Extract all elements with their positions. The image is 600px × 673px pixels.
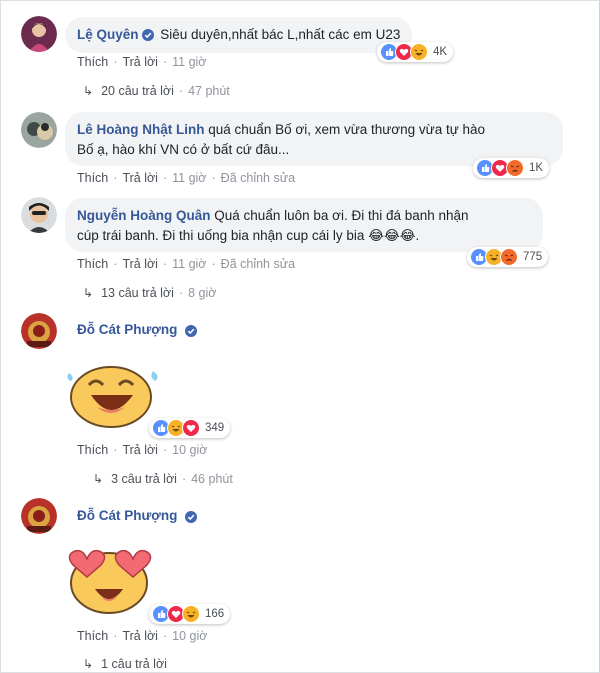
edited-label[interactable]: Đã chỉnh sửa <box>221 257 295 271</box>
view-replies-link[interactable]: ↳ 13 câu trả lời · 8 giờ <box>83 286 216 300</box>
reply-link[interactable]: Trả lời <box>122 629 158 643</box>
reply-link[interactable]: Trả lời <box>122 171 158 185</box>
comment-bubble: Lệ Quyên Siêu duyên,nhất bác L,nhất các … <box>65 17 413 53</box>
like-link[interactable]: Thích <box>77 443 108 457</box>
comment-actions: Thích · Trả lời · 10 giờ <box>77 443 208 457</box>
reply-arrow-icon: ↳ <box>83 286 94 300</box>
comment-text-line-1: quá chuẩn Bố ơi, xem vừa thương vừa tự h… <box>208 122 486 137</box>
reply-arrow-icon: ↳ <box>93 472 104 486</box>
comment-time[interactable]: 11 giờ <box>172 55 206 69</box>
avatar[interactable] <box>21 313 57 349</box>
comment-actions: Thích · Trả lời · 11 giờ · Đã chỉnh sửa <box>77 257 296 271</box>
comment-emoji: 😂😂😂 <box>368 228 416 244</box>
comment-time[interactable]: 10 giờ <box>172 443 207 457</box>
avatar[interactable] <box>21 498 57 534</box>
comment-text-end: . <box>415 228 420 243</box>
reaction-count: 166 <box>205 608 225 620</box>
replies-count[interactable]: 13 câu trả lời <box>101 286 174 300</box>
view-replies-link[interactable]: ↳ 3 câu trả lời · 46 phút <box>93 472 233 486</box>
edited-label[interactable]: Đã chỉnh sửa <box>221 171 295 185</box>
reaction-summary[interactable]: 166 <box>149 604 231 624</box>
comment-author[interactable]: Lệ Quyên <box>77 27 139 42</box>
comments-panel: Lệ Quyên Siêu duyên,nhất bác L,nhất các … <box>0 0 600 673</box>
comment-text: Siêu duyên,nhất bác L,nhất các em U23 <box>160 27 401 42</box>
reaction-count: 4K <box>433 46 448 58</box>
comment-time[interactable]: 10 giờ <box>172 629 207 643</box>
haha-icon <box>410 43 428 61</box>
avatar[interactable] <box>21 197 57 233</box>
haha-icon <box>182 605 200 623</box>
comment-time[interactable]: 11 giờ <box>172 171 206 185</box>
reply-arrow-icon: ↳ <box>83 657 94 671</box>
like-link[interactable]: Thích <box>77 171 108 185</box>
verified-badge-icon <box>185 511 197 523</box>
comment-text-line-2: Bố ạ, hào khí VN có ở bất cứ đâu... <box>77 142 290 157</box>
verified-badge-icon <box>141 29 154 41</box>
comment-actions: Thích · Trả lời · 10 giờ <box>77 629 208 643</box>
comment-author[interactable]: Đỗ Cát Phượng <box>77 322 177 337</box>
like-link[interactable]: Thích <box>77 257 108 271</box>
reaction-summary[interactable]: 1K <box>473 158 550 178</box>
reply-link[interactable]: Trả lời <box>122 443 158 457</box>
comment-text-line-1: Quá chuẩn luôn ba ơi. Đi thi đá banh nhậ… <box>214 208 469 223</box>
reaction-summary[interactable]: 775 <box>467 247 549 267</box>
reaction-count: 349 <box>205 422 225 434</box>
angry-icon <box>500 248 518 266</box>
love-icon <box>182 419 200 437</box>
replies-time: 47 phút <box>188 84 230 98</box>
replies-count[interactable]: 20 câu trả lời <box>101 84 174 98</box>
like-link[interactable]: Thích <box>77 55 108 69</box>
comment-author[interactable]: Lê Hoàng Nhật Linh <box>77 122 205 137</box>
avatar[interactable] <box>21 112 57 148</box>
comment-actions: Thích · Trả lời · 11 giờ <box>77 55 207 69</box>
reply-link[interactable]: Trả lời <box>122 257 158 271</box>
avatar[interactable] <box>21 16 57 52</box>
comment-text-line-2: cúp trái banh. Đi thi uống bia nhận cup … <box>77 228 365 243</box>
reaction-count: 1K <box>529 162 544 174</box>
comment-actions: Thích · Trả lời · 11 giờ · Đã chỉnh sửa <box>77 171 296 185</box>
verified-badge-icon <box>185 325 197 337</box>
replies-time: 8 giờ <box>188 286 217 300</box>
angry-icon <box>506 159 524 177</box>
reaction-count: 775 <box>523 251 543 263</box>
comment-author[interactable]: Nguyễn Hoàng Quân <box>77 208 211 223</box>
replies-time: 46 phút <box>191 472 233 486</box>
view-replies-link[interactable]: ↳ 20 câu trả lời · 47 phút <box>83 84 230 98</box>
reply-arrow-icon: ↳ <box>83 84 94 98</box>
view-replies-link[interactable]: ↳ 1 câu trả lời <box>83 657 167 671</box>
reply-link[interactable]: Trả lời <box>122 55 158 69</box>
replies-count[interactable]: 3 câu trả lời <box>111 472 177 486</box>
reaction-summary[interactable]: 349 <box>149 418 231 438</box>
comment-author[interactable]: Đỗ Cát Phượng <box>77 508 177 523</box>
reaction-summary[interactable]: 4K <box>377 42 454 62</box>
replies-count[interactable]: 1 câu trả lời <box>101 657 167 671</box>
comment-time[interactable]: 11 giờ <box>172 257 206 271</box>
comment-bubble: Nguyễn Hoàng Quân Quá chuẩn luôn ba ơi. … <box>65 198 543 252</box>
like-link[interactable]: Thích <box>77 629 108 643</box>
